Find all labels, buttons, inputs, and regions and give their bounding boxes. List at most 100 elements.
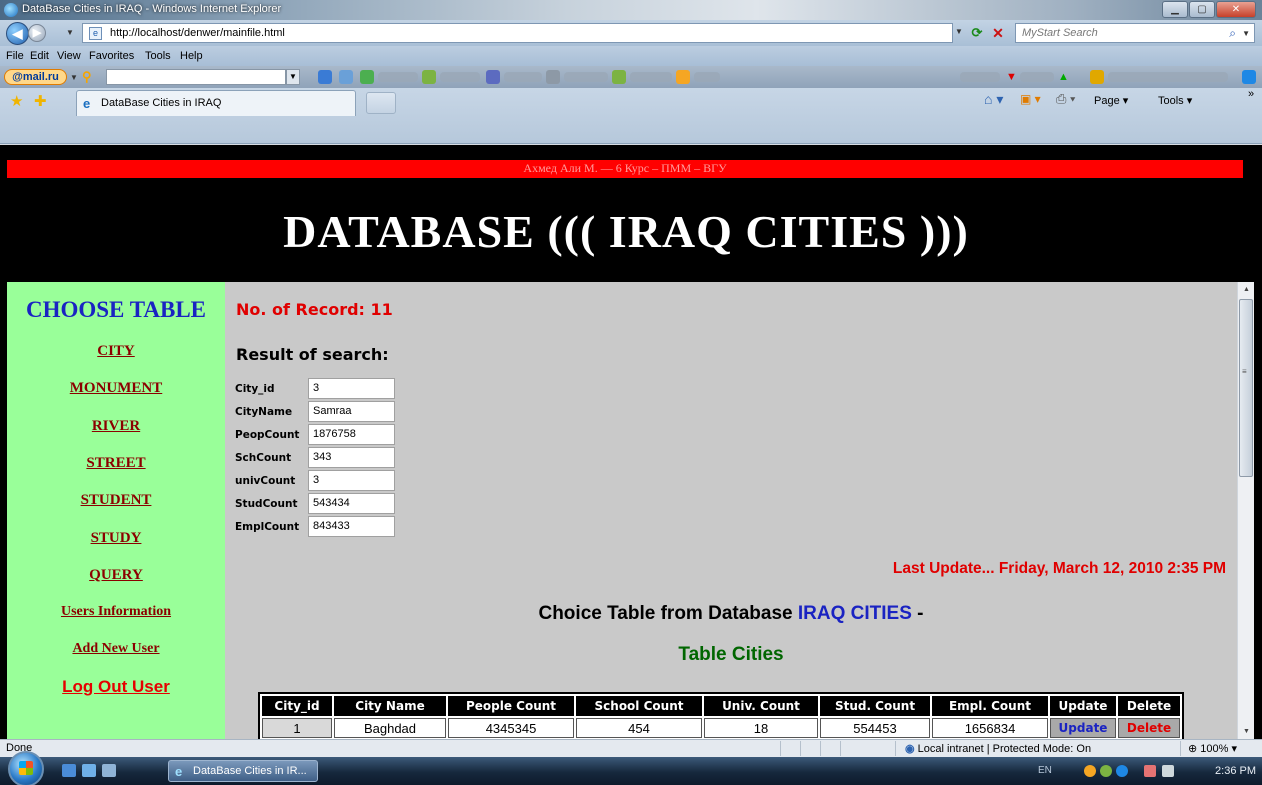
tray-security-icon[interactable]: [1144, 765, 1156, 777]
toolbar-extra-icon[interactable]: [1242, 70, 1256, 84]
tray-agent-icon[interactable]: [1100, 765, 1112, 777]
tray-volume-icon[interactable]: [1162, 765, 1174, 777]
scroll-grip-icon: ≡: [1242, 367, 1247, 376]
delete-button[interactable]: Delete: [1118, 718, 1180, 738]
field-input-empl-count[interactable]: 843433: [308, 516, 395, 537]
toolbar-pencil-icon[interactable]: [318, 70, 332, 84]
zoom-level[interactable]: ⊕ 100% ▾: [1188, 742, 1237, 755]
toolbar-answers-icon[interactable]: [612, 70, 626, 84]
zoom-icon: ⊕: [1188, 743, 1201, 755]
tab-active[interactable]: e DataBase Cities in IRAQ: [76, 90, 356, 116]
close-button[interactable]: ✕: [1216, 1, 1256, 18]
menu-view[interactable]: View: [57, 50, 81, 62]
toolbar-games-icon[interactable]: [676, 70, 690, 84]
start-button[interactable]: [8, 751, 44, 785]
sidebar-link-street[interactable]: STREET: [7, 455, 225, 472]
field-input-school-count[interactable]: 343: [308, 447, 395, 468]
show-desktop-icon[interactable]: [62, 764, 76, 777]
security-zone[interactable]: ◉ Local intranet | Protected Mode: On: [905, 742, 1091, 755]
switch-windows-icon[interactable]: [82, 764, 96, 777]
favorites-star-icon[interactable]: ★: [10, 92, 23, 110]
logout-link[interactable]: Log Out User: [7, 677, 225, 697]
search-box[interactable]: MyStart Search ⌕ ▼: [1015, 23, 1255, 43]
col-header-update: Update: [1050, 696, 1116, 716]
field-input-univ-count[interactable]: 3: [308, 470, 395, 491]
col-header-school-count: School Count: [576, 696, 702, 716]
field-input-people-count[interactable]: 1876758: [308, 424, 395, 445]
print-icon[interactable]: ⎙ ▾: [1056, 91, 1075, 107]
language-indicator[interactable]: EN: [1038, 765, 1052, 776]
new-tab-button[interactable]: [366, 92, 396, 114]
toolbar-camera-icon[interactable]: [486, 70, 500, 84]
sidebar-link-student[interactable]: STUDENT: [7, 492, 225, 509]
toolbar-search-icon[interactable]: ⚲: [82, 69, 100, 85]
menu-file[interactable]: File: [6, 50, 24, 62]
menu-favorites[interactable]: Favorites: [89, 50, 134, 62]
toolbar-agent-icon[interactable]: [422, 70, 436, 84]
menu-help[interactable]: Help: [180, 50, 203, 62]
tray-mail-icon[interactable]: [1084, 765, 1096, 777]
back-button[interactable]: ◀: [6, 22, 29, 45]
toolbar-search-dropdown-icon[interactable]: ▼: [286, 69, 300, 85]
sidebar-link-monument[interactable]: MONUMENT: [7, 380, 225, 397]
field-input-city-id[interactable]: 3: [308, 378, 395, 399]
col-header-people-count: People Count: [448, 696, 574, 716]
toolbar-blurred-label: [564, 72, 608, 82]
sidebar-link-query[interactable]: QUERY: [7, 567, 225, 584]
clock[interactable]: 2:36 PM: [1215, 765, 1256, 777]
page-scrollbar[interactable]: ▲ ≡ ▼: [1237, 282, 1254, 739]
field-label: PeopCount: [235, 429, 300, 441]
recent-pages-dropdown[interactable]: ▼: [66, 28, 74, 37]
scroll-thumb[interactable]: [1239, 299, 1253, 477]
sidebar-link-add-new-user[interactable]: Add New User: [7, 641, 225, 657]
ie-page-icon: e: [83, 96, 91, 111]
maximize-button[interactable]: ▢: [1189, 1, 1215, 18]
search-dropdown-icon[interactable]: ▼: [1242, 29, 1250, 38]
taskbar-ie-task[interactable]: e DataBase Cities in IR...: [168, 760, 318, 782]
stop-icon[interactable]: ✕: [989, 24, 1007, 42]
scroll-down-icon[interactable]: ▼: [1238, 724, 1255, 739]
toolbar-blurred-label: [694, 72, 720, 82]
toolbar-page-icon[interactable]: [339, 70, 353, 84]
sidebar-link-city[interactable]: CITY: [7, 343, 225, 360]
feeds-icon[interactable]: ▣ ▾: [1020, 92, 1041, 106]
quicklaunch-icon[interactable]: [102, 764, 116, 777]
sidebar-link-users-information[interactable]: Users Information: [7, 604, 225, 620]
choice-suffix: -: [911, 603, 924, 624]
choice-prefix: Choice Table from Database: [538, 603, 798, 624]
address-dropdown[interactable]: ▼: [955, 27, 963, 36]
search-icon[interactable]: ⌕: [1229, 26, 1236, 41]
forward-button[interactable]: ▶: [28, 24, 46, 42]
sidebar-link-study[interactable]: STUDY: [7, 530, 225, 547]
toolbar-video-icon[interactable]: [546, 70, 560, 84]
menu-edit[interactable]: Edit: [30, 50, 49, 62]
taskbar-task-label: DataBase Cities in IR...: [193, 765, 307, 777]
add-favorite-icon[interactable]: ✚: [34, 92, 47, 110]
address-bar[interactable]: e http://localhost/denwer/mainfile.html: [82, 23, 953, 43]
tools-menu[interactable]: Tools ▾: [1158, 94, 1192, 107]
status-divider: [1180, 741, 1181, 756]
col-header-city-id: City_id: [262, 696, 332, 716]
tray-network-icon[interactable]: [1116, 765, 1128, 777]
record-count: No. of Record: 11: [236, 300, 393, 319]
minimize-button[interactable]: ▁: [1162, 1, 1188, 18]
home-icon[interactable]: ⌂ ▾: [984, 91, 1003, 108]
choice-heading: Choice Table from Database IRAQ CITIES -: [225, 603, 1237, 625]
scroll-up-icon[interactable]: ▲: [1238, 282, 1255, 298]
mailru-button[interactable]: @mail.ru: [4, 69, 67, 85]
field-input-stud-count[interactable]: 543434: [308, 493, 395, 514]
refresh-icon[interactable]: ⟳: [968, 24, 986, 42]
navigation-bar: ◀ ▶ ▼ e http://localhost/denwer/mainfile…: [0, 20, 1262, 46]
update-button[interactable]: Update: [1050, 718, 1116, 738]
sidebar-link-river[interactable]: RIVER: [7, 418, 225, 435]
menu-tools[interactable]: Tools: [145, 50, 171, 62]
toolbar-game-icon[interactable]: [360, 70, 374, 84]
mailru-dropdown-icon[interactable]: ▼: [70, 73, 78, 82]
field-input-city-name[interactable]: Samraa: [308, 401, 395, 422]
more-commands-icon[interactable]: »: [1248, 88, 1254, 100]
page-menu[interactable]: Page ▾: [1094, 94, 1128, 107]
toolbar-search-input[interactable]: [106, 69, 286, 85]
toolbar-blurred-label: [504, 72, 542, 82]
toolbar-weather-icon[interactable]: [1090, 70, 1104, 84]
field-label: StudCount: [235, 498, 298, 510]
